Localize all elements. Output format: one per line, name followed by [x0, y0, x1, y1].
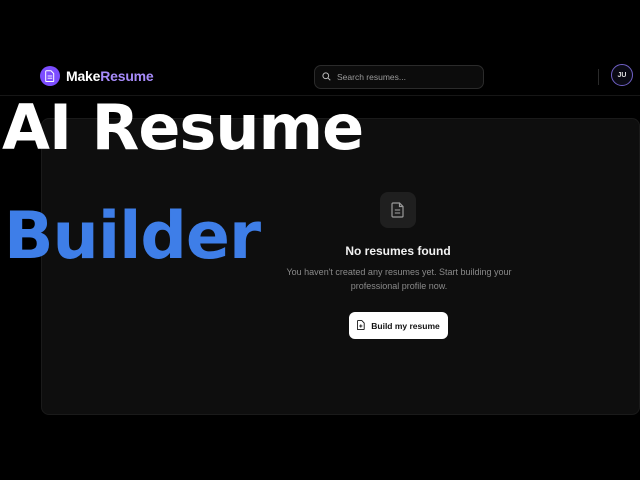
- document-icon: [380, 192, 416, 228]
- document-add-icon: [357, 319, 365, 332]
- search-input[interactable]: [337, 72, 467, 82]
- app-page: MakeResume JU No resumes found You haven…: [0, 0, 640, 480]
- search-box[interactable]: [314, 65, 484, 89]
- brand-name: MakeResume: [66, 68, 154, 84]
- document-icon: [40, 66, 60, 86]
- header-divider: [598, 69, 599, 85]
- brand-suffix: Resume: [100, 68, 154, 84]
- build-resume-label: Build my resume: [371, 320, 440, 331]
- overlay-title-line1: AI Resume: [2, 91, 364, 164]
- search-icon: [322, 68, 331, 86]
- brand[interactable]: MakeResume: [40, 66, 154, 86]
- empty-state-description: You haven't created any resumes yet. Sta…: [286, 267, 512, 291]
- brand-prefix: Make: [66, 68, 101, 84]
- overlay-title-line2: Builder: [4, 199, 261, 274]
- avatar[interactable]: JU: [611, 64, 633, 86]
- empty-state-title: No resumes found: [345, 244, 451, 258]
- build-resume-button[interactable]: Build my resume: [349, 312, 448, 339]
